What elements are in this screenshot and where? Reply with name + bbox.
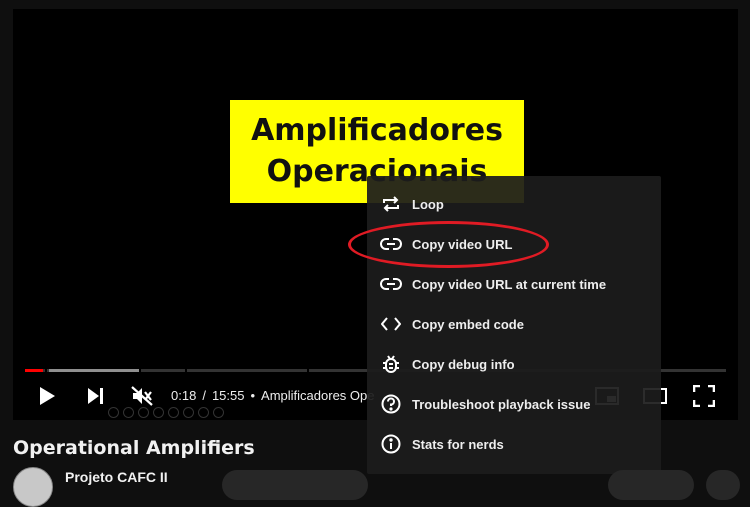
- play-button[interactable]: [35, 384, 59, 408]
- video-title: Operational Amplifiers: [13, 437, 255, 459]
- menu-item-stats-for-nerds[interactable]: Stats for nerds: [367, 424, 661, 464]
- menu-item-label: Stats for nerds: [412, 436, 504, 452]
- total-time: 15:55: [211, 388, 245, 403]
- channel-name[interactable]: Projeto CAFC II: [65, 469, 168, 485]
- more-pill[interactable]: [706, 470, 740, 500]
- menu-item-copy-embed-code[interactable]: Copy embed code: [367, 304, 661, 344]
- volume-muted-icon: [131, 386, 153, 406]
- chapter-title[interactable]: Amplificadores Ope: [261, 388, 374, 403]
- menu-item-label: Loop: [412, 196, 444, 212]
- menu-item-copy-video-url-at-time[interactable]: Copy video URL at current time: [367, 264, 661, 304]
- fullscreen-icon: [693, 385, 715, 407]
- slide-toolbar-watermark: [108, 407, 224, 418]
- info-icon: [379, 432, 403, 456]
- player-context-menu: Loop Copy video URL Copy video URL at cu…: [367, 176, 661, 474]
- chapter-marker: [307, 369, 309, 372]
- link-icon: [379, 232, 403, 256]
- menu-item-label: Copy video URL at current time: [412, 276, 607, 292]
- subscribe-pill[interactable]: [222, 470, 368, 500]
- chapter-marker: [185, 369, 187, 372]
- slide-line-1: Amplificadores: [251, 113, 503, 148]
- buffered-segment: [49, 369, 139, 372]
- action-pill[interactable]: [608, 470, 694, 500]
- menu-item-troubleshoot-playback[interactable]: Troubleshoot playback issue: [367, 384, 661, 424]
- current-time: 0:18: [171, 388, 197, 403]
- menu-item-label: Copy embed code: [412, 316, 524, 332]
- chapter-marker: [139, 369, 141, 372]
- play-icon: [40, 387, 55, 405]
- chapter-marker: [45, 369, 47, 372]
- next-button[interactable]: [83, 384, 107, 408]
- link-icon: [379, 272, 403, 296]
- fullscreen-button[interactable]: [691, 383, 717, 409]
- time-display: 0:18 / 15:55 • Amplificadores Ope: [171, 388, 381, 403]
- loop-icon: [379, 192, 403, 216]
- menu-item-copy-debug-info[interactable]: Copy debug info: [367, 344, 661, 384]
- question-icon: [379, 392, 403, 416]
- played-segment: [25, 369, 43, 372]
- time-separator: /: [202, 388, 206, 403]
- menu-item-loop[interactable]: Loop: [367, 184, 661, 224]
- menu-item-label: Troubleshoot playback issue: [412, 396, 591, 412]
- code-icon: [379, 312, 403, 336]
- avatar[interactable]: [13, 467, 53, 507]
- menu-item-label: Copy video URL: [412, 236, 513, 252]
- skip-next-icon: [88, 388, 103, 404]
- mute-button[interactable]: [130, 384, 154, 408]
- menu-item-label: Copy debug info: [412, 356, 515, 372]
- bullet: •: [250, 388, 256, 403]
- menu-item-copy-video-url[interactable]: Copy video URL: [367, 224, 661, 264]
- bug-icon: [379, 352, 403, 376]
